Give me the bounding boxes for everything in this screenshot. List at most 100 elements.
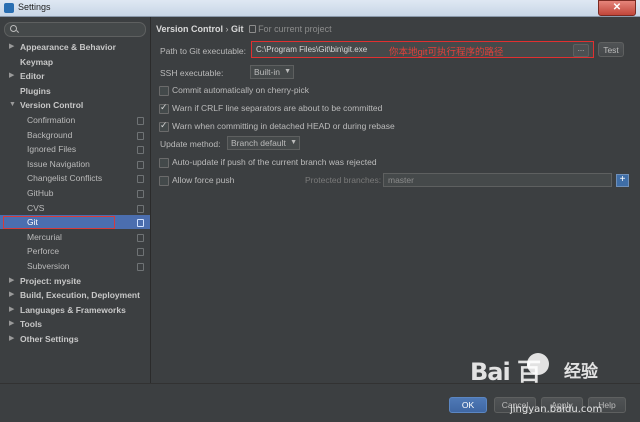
sidebar-item-keymap[interactable]: Keymap [0,55,150,69]
window-title: Settings [18,2,51,12]
git-path-annotation: 你本地git可执行程序的路径 [389,47,504,58]
sidebar-item-label: Version Control [20,100,84,111]
sidebar-item-build-execution-deployment[interactable]: ▶ Build, Execution, Deployment [0,288,150,302]
expanded-arrow-icon[interactable]: ▼ [9,98,16,112]
ssh-executable-value: Built-in [254,67,280,77]
git-path-value: C:\Program Files\Git\bin\git.exe [256,45,368,54]
allow-force-push-checkbox[interactable] [159,176,169,186]
sidebar-item-label: Confirmation [27,115,76,125]
project-scope-icon [137,233,144,242]
protected-branches-input[interactable]: master [383,173,612,187]
project-scope-icon [137,146,144,155]
sidebar-item-git[interactable]: Git [0,215,150,230]
collapsed-arrow-icon[interactable]: ▶ [9,288,14,302]
project-scope-icon [137,131,144,140]
breadcrumb-section: Version Control [156,24,224,34]
sidebar-item-mercurial[interactable]: Mercurial [0,230,150,244]
commit-cherry-pick-checkbox[interactable] [159,86,169,96]
sidebar-item-label: Mercurial [27,231,62,242]
sidebar-item-label: Plugins [20,85,51,96]
watermark-url: jingyan.baidu.com [510,404,603,415]
sidebar-item-perforce[interactable]: Perforce [0,244,150,258]
sidebar-item-appearance-behavior[interactable]: ▶ Appearance & Behavior [0,40,150,54]
collapsed-arrow-icon[interactable]: ▶ [9,332,14,346]
sidebar-item-label: Editor [20,71,45,82]
sidebar-item-tools[interactable]: ▶ Tools [0,317,150,331]
sidebar-item-editor[interactable]: ▶ Editor [0,69,150,83]
project-scope-icon [137,160,144,169]
sidebar-item-changelist-conflicts[interactable]: Changelist Conflicts [0,171,150,185]
sidebar-item-project-mysite[interactable]: ▶ Project: mysite [0,274,150,288]
add-branch-icon[interactable]: + [616,174,629,187]
sidebar-item-subversion[interactable]: Subversion [0,259,150,273]
project-scope-icon [137,263,144,271]
sidebar-item-label: Subversion [27,261,70,271]
sidebar-item-label: Languages & Frameworks [20,304,126,315]
sidebar-item-plugins[interactable]: Plugins [0,84,150,98]
sidebar-item-label: Keymap [20,56,54,67]
dialog-footer: OK Cancel Apply Help [0,383,640,422]
paw-logo-icon [527,353,549,375]
breadcrumb-separator: › [225,24,229,34]
sidebar-item-cvs[interactable]: CVS [0,201,150,215]
sidebar-item-label: Tools [20,319,43,330]
project-scope-icon [249,25,257,33]
ssh-executable-select[interactable]: Built-in ▼ [250,65,294,79]
sidebar-item-confirmation[interactable]: Confirmation [0,113,150,127]
breadcrumb-page: Git [231,24,244,34]
project-scope-icon [137,248,144,257]
project-scope-icon [137,204,144,213]
sidebar-item-github[interactable]: GitHub [0,186,150,200]
app-icon [4,3,14,13]
sidebar-item-label: Project: mysite [20,275,81,286]
chevron-down-icon: ▼ [290,139,297,146]
allow-force-push-label: Allow force push [172,175,235,185]
sidebar-item-label: Ignored Files [27,144,77,155]
update-method-label: Update method: [160,139,221,149]
warn-crlf-checkbox[interactable] [159,102,169,114]
sidebar-item-label: Other Settings [20,334,79,344]
project-scope-icon [137,117,144,125]
chevron-down-icon: ▼ [284,68,291,75]
watermark-brand: 经验 [564,362,598,382]
collapsed-arrow-icon[interactable]: ▶ [9,69,14,83]
warn-crlf-label: Warn if CRLF line separators are about t… [172,103,383,113]
warn-detached-label: Warn when committing in detached HEAD or… [172,121,395,131]
commit-cherry-pick-label: Commit automatically on cherry-pick [172,85,309,95]
test-button[interactable]: Test [598,42,624,57]
settings-search-input[interactable] [4,22,146,37]
sidebar-item-languages-frameworks[interactable]: ▶ Languages & Frameworks [0,303,150,317]
update-method-value: Branch default [231,138,286,148]
protected-branches-label: Protected branches: [305,175,382,185]
git-path-field[interactable]: C:\Program Files\Git\bin\git.exe 你本地git可… [251,41,594,58]
collapsed-arrow-icon[interactable]: ▶ [9,303,14,317]
git-path-label: Path to Git executable: [160,46,246,56]
browse-button[interactable]: ... [573,44,589,57]
breadcrumb-scope: For current project [258,24,332,34]
warn-detached-checkbox[interactable] [159,120,169,132]
project-scope-icon [137,190,144,198]
ok-button[interactable]: OK [449,397,487,413]
collapsed-arrow-icon[interactable]: ▶ [9,40,14,54]
settings-sidebar: ▶ Appearance & Behavior Keymap ▶ Editor Plugi… [0,17,151,383]
sidebar-item-label: Background [27,129,73,140]
sidebar-item-ignored-files[interactable]: Ignored Files [0,142,150,156]
collapsed-arrow-icon[interactable]: ▶ [9,274,14,288]
sidebar-item-label: Changelist Conflicts [27,173,103,184]
sidebar-item-other-settings[interactable]: ▶ Other Settings [0,332,150,346]
collapsed-arrow-icon[interactable]: ▶ [9,317,14,331]
search-icon [10,25,17,32]
close-window-button[interactable]: ✕ [598,0,636,16]
auto-update-label: Auto-update if push of the current branc… [172,157,377,167]
sidebar-item-version-control[interactable]: ▼ Version Control [0,98,150,112]
window-title-bar: Settings ✕ [0,0,640,17]
highlight-outline [3,216,115,230]
update-method-select[interactable]: Branch default ▼ [227,136,300,150]
sidebar-item-label: GitHub [27,188,54,198]
auto-update-checkbox[interactable] [159,158,169,168]
sidebar-item-issue-navigation[interactable]: Issue Navigation [0,157,150,171]
sidebar-item-label: CVS [27,202,45,213]
project-scope-icon [137,175,144,184]
ssh-executable-label: SSH executable: [160,68,224,78]
sidebar-item-background[interactable]: Background [0,128,150,142]
